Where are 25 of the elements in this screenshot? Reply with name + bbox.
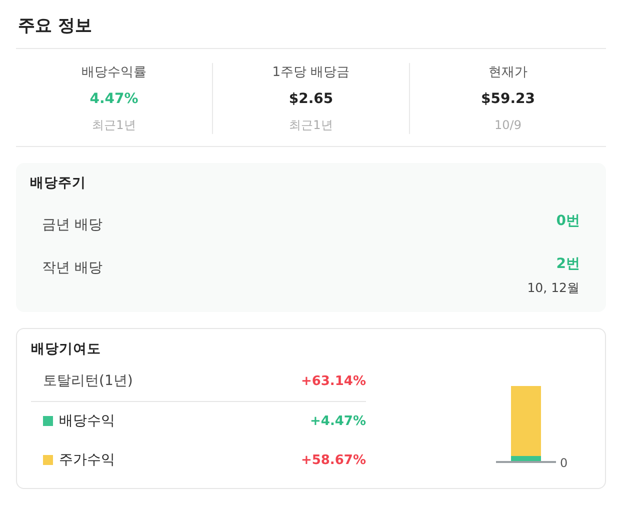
row-label: 배당수익 [59,412,115,431]
stat-note: 최근1년 [289,116,333,134]
row-label: 토탈리턴(1년) [43,372,133,392]
dividend-count: 0번 [556,212,580,231]
stat-label: 현재가 [488,64,528,82]
row-label: 금년 배당 [42,216,102,235]
axis-line [496,460,556,463]
stat-value: $2.65 [288,90,334,108]
stat-note: 10/9 [494,116,522,134]
row-value: +4.47% [310,412,366,430]
section-title: 주요 정보 [16,6,606,49]
stat-label: 배당수익률 [82,64,146,82]
panel-title: 배당주기 [30,174,86,192]
dividend-months: 10, 12월 [527,278,580,297]
axis-label: 0 [560,456,568,470]
row-value: +58.67% [300,452,366,470]
dividend-count: 2번 [555,254,580,274]
stat-value: 4.47% [90,90,138,108]
row-label: 주가수익 [59,450,115,470]
row-value: +63.14% [300,373,366,391]
stat-note: 최근1년 [92,116,136,134]
stat-label: 1주당 배당금 [272,64,350,82]
row-label: 작년 배당 [42,258,102,278]
panel-title: 배당기여도 [31,340,101,358]
stat-value: $59.23 [480,90,536,108]
